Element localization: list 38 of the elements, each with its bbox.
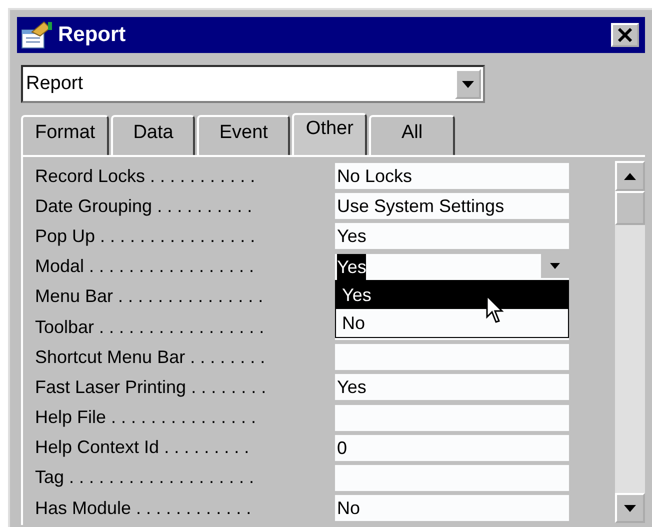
scroll-thumb[interactable] (615, 191, 645, 225)
scroll-down-icon[interactable] (615, 493, 645, 523)
dropdown-option[interactable]: Yes (336, 280, 568, 309)
vertical-scrollbar[interactable] (615, 161, 645, 523)
property-label: Shortcut Menu Bar . . . . . . . . (34, 346, 266, 368)
property-field[interactable]: No (335, 495, 569, 522)
object-selector[interactable]: Report (21, 65, 485, 103)
property-label: Help Context Id . . . . . . . . . (34, 437, 250, 458)
property-label: Modal . . . . . . . . . . . . . . . . . (34, 256, 256, 278)
property-label: Date Grouping . . . . . . . . . . (34, 196, 254, 217)
property-field[interactable] (335, 344, 569, 370)
scroll-up-icon[interactable] (615, 161, 645, 191)
property-label: Toolbar . . . . . . . . . . . . . . . . . (34, 316, 266, 338)
property-field[interactable]: Use System Settings (335, 193, 569, 220)
property-field[interactable]: 0 (335, 434, 569, 461)
property-label: Tag . . . . . . . . . . . . . . . . . . . (34, 467, 256, 488)
property-label: Has Module . . . . . . . . . . . . (34, 498, 252, 519)
mouse-pointer-icon (486, 294, 506, 325)
tab[interactable]: Other (292, 113, 368, 155)
tab[interactable]: Event (197, 115, 290, 155)
tab[interactable]: Format (21, 115, 110, 155)
property-label: Fast Laser Printing . . . . . . . . (34, 376, 268, 398)
dropdown-option[interactable]: No (336, 308, 568, 337)
close-icon[interactable] (617, 28, 633, 42)
close-button[interactable] (611, 23, 639, 47)
tab[interactable]: Data (111, 115, 196, 155)
property-field[interactable]: No Locks (335, 163, 569, 190)
property-label: Pop Up . . . . . . . . . . . . . . . . (34, 226, 256, 247)
tab[interactable]: All (369, 115, 455, 155)
property-label: Menu Bar . . . . . . . . . . . . . . . (34, 286, 264, 308)
properties-icon (20, 20, 54, 50)
property-field[interactable]: Yes (335, 374, 569, 400)
window-title: Report (58, 23, 127, 47)
property-field[interactable] (335, 464, 569, 491)
property-label: Record Locks . . . . . . . . . . . (34, 166, 256, 187)
property-label: Help File . . . . . . . . . . . . . . . (34, 407, 258, 428)
property-field[interactable]: Yes (335, 223, 569, 250)
property-field[interactable] (335, 404, 569, 431)
